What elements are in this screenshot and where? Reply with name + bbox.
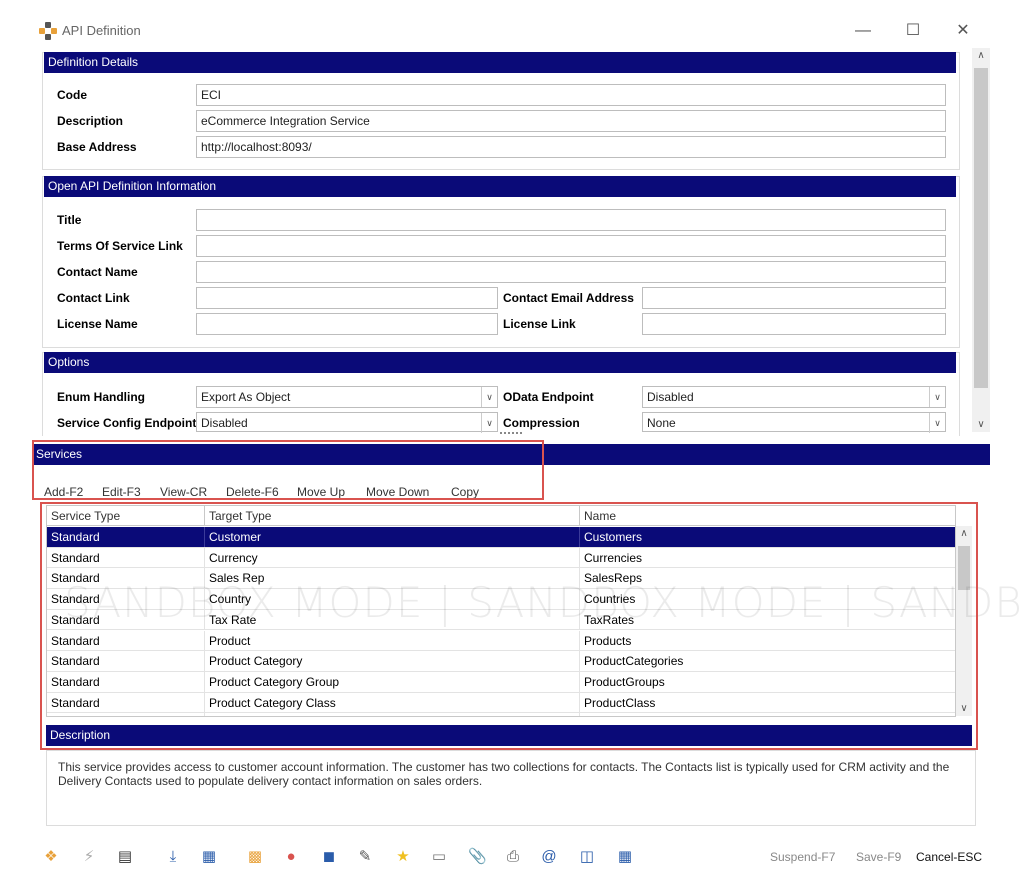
odata-endpoint-select[interactable]: Disabled ∨ [642,386,946,408]
star-icon[interactable]: ★ [394,848,412,866]
pin-icon[interactable]: ⤓ [164,848,182,866]
description-label: Description [57,114,124,128]
splitter-handle[interactable] [500,432,522,436]
chevron-down-icon[interactable]: ∨ [481,387,497,407]
app-icon[interactable]: ❖ [42,848,60,866]
service-config-label: Service Config Endpoint [57,416,197,430]
license-name-field[interactable] [196,313,498,335]
save-button[interactable]: Save-F9 [856,850,901,864]
license-link-label: License Link [503,317,576,331]
odata-endpoint-value: Disabled [647,390,694,404]
services-toolbar-highlight [32,440,544,500]
description-field[interactable]: eCommerce Integration Service [196,110,946,132]
minimize-icon[interactable]: — [848,18,878,44]
scroll-down-icon[interactable]: ∨ [972,419,990,430]
enum-handling-value: Export As Object [201,390,291,404]
cancel-button[interactable]: Cancel-ESC [916,850,982,864]
contact-link-field[interactable] [196,287,498,309]
close-icon[interactable]: ✕ [948,18,978,44]
scroll-up-icon[interactable]: ∧ [972,50,990,61]
compression-select[interactable]: None ∨ [642,412,946,433]
print-icon[interactable]: ⎙ [504,848,522,866]
title-field[interactable] [196,209,946,231]
chevron-down-icon[interactable]: ∨ [481,413,497,433]
terms-of-service-label: Terms Of Service Link [57,239,183,253]
open-api-header: Open API Definition Information [44,176,956,197]
suspend-button[interactable]: Suspend-F7 [770,850,835,864]
note-icon[interactable]: ▭ [430,848,448,866]
odata-endpoint-label: OData Endpoint [503,390,594,404]
maximize-icon[interactable]: ☐ [898,18,928,44]
chevron-down-icon[interactable]: ∨ [929,413,945,433]
license-link-field[interactable] [642,313,946,335]
terms-of-service-field[interactable] [196,235,946,257]
color-icon[interactable]: ● [282,848,300,866]
title-label: Title [57,213,82,227]
comment-icon[interactable]: ▤ [116,848,134,866]
code-field[interactable]: ECI [196,84,946,106]
lock-icon[interactable]: ▩ [246,848,264,866]
columns-icon[interactable]: ◫ [578,848,596,866]
service-config-value: Disabled [201,416,248,430]
lightning-icon[interactable]: ⚡ [80,848,98,866]
bottom-toolbar: ❖ ⚡ ▤ ⤓ ▦ ▩ ● ◼ ✎ ★ ▭ 📎 ⎙ @ ◫ ▦ Suspend-… [32,840,994,874]
report-icon[interactable]: ▦ [200,848,218,866]
description-text: This service provides access to customer… [58,760,950,788]
network-icon[interactable]: ▦ [616,848,634,866]
upper-scrollbar[interactable]: ∧ ∨ [972,48,990,432]
license-name-label: License Name [57,317,138,331]
contact-email-label: Contact Email Address [503,291,634,305]
app-icon [39,22,57,40]
title-bar: API Definition — ☐ ✕ [32,14,994,48]
code-label: Code [57,88,87,102]
attach-icon[interactable]: 📎 [468,848,487,866]
api-definition-window: API Definition — ☐ ✕ Definition Details … [32,14,1024,874]
edit-icon[interactable]: ✎ [356,848,374,866]
enum-handling-select[interactable]: Export As Object ∨ [196,386,498,408]
contact-email-field[interactable] [642,287,946,309]
service-config-select[interactable]: Disabled ∨ [196,412,498,433]
base-address-label: Base Address [57,140,137,154]
compression-label: Compression [503,416,580,430]
contact-link-label: Contact Link [57,291,130,305]
contact-name-label: Contact Name [57,265,138,279]
options-header: Options [44,352,956,373]
compression-value: None [647,416,676,430]
window-title: API Definition [62,23,141,38]
chevron-down-icon[interactable]: ∨ [929,387,945,407]
contact-name-field[interactable] [196,261,946,283]
services-grid-highlight [40,502,978,750]
definition-details-header: Definition Details [44,52,956,73]
scrollbar-thumb[interactable] [974,68,988,388]
enum-handling-label: Enum Handling [57,390,145,404]
email-icon[interactable]: @ [540,848,558,866]
base-address-field[interactable]: http://localhost:8093/ [196,136,946,158]
folder-icon[interactable]: ◼ [320,848,338,866]
